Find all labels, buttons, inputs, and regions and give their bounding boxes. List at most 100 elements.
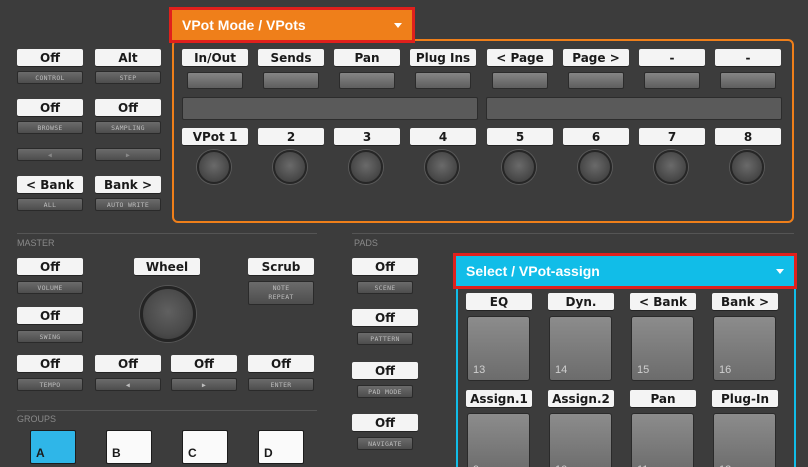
- pad-9[interactable]: 9: [467, 413, 530, 467]
- page-prev-button[interactable]: [492, 72, 548, 89]
- page-next-button[interactable]: [568, 72, 624, 89]
- display-right: [486, 97, 782, 120]
- pattern-off-label: Off: [352, 309, 418, 326]
- group-button-b[interactable]: B: [106, 430, 152, 464]
- vpot-knob-8[interactable]: [730, 150, 764, 184]
- pad-label-13: EQ: [466, 293, 532, 310]
- vpot-mode-dropdown[interactable]: VPot Mode / VPots: [169, 7, 415, 43]
- vpot-button-label-2: Sends: [258, 49, 324, 66]
- navigate-button[interactable]: NAVIGATE: [357, 437, 413, 450]
- vpot-knob-7[interactable]: [654, 150, 688, 184]
- pad-16-number: 16: [719, 364, 732, 376]
- groups-divider: [17, 410, 317, 411]
- vpot-label-1: VPot 1: [182, 128, 248, 145]
- vpot-knob-3[interactable]: [349, 150, 383, 184]
- swing-off-label: Off: [17, 307, 83, 324]
- note-repeat-button[interactable]: NOTE REPEAT: [248, 281, 314, 305]
- enter-off-label: Off: [248, 355, 314, 372]
- pad-label-12: Plug-In: [712, 390, 778, 407]
- swing-button[interactable]: SWING: [17, 330, 83, 343]
- pad-16[interactable]: 16: [713, 316, 776, 381]
- vpot-knob-4[interactable]: [425, 150, 459, 184]
- pad-13-number: 13: [473, 364, 486, 376]
- chevron-down-icon: [394, 22, 402, 28]
- pattern-button[interactable]: PATTERN: [357, 332, 413, 345]
- sends-button[interactable]: [263, 72, 319, 89]
- arrow-left-button[interactable]: ◀: [17, 148, 83, 161]
- select-vpot-assign-dropdown[interactable]: Select / VPot-assign: [453, 253, 797, 289]
- pad-label-10: Assign.2: [548, 390, 614, 407]
- bank-prev-label: < Bank: [17, 176, 83, 193]
- vpot-knob-5[interactable]: [502, 150, 536, 184]
- vpot-button-label-7: -: [639, 49, 705, 66]
- bank-next-label: Bank >: [95, 176, 161, 193]
- pan-button[interactable]: [339, 72, 395, 89]
- pad-label-11: Pan: [630, 390, 696, 407]
- pad-15[interactable]: 15: [631, 316, 694, 381]
- vpot-knob-1[interactable]: [197, 150, 231, 184]
- pad-label-15: < Bank: [630, 293, 696, 310]
- groups-section-label: GROUPS: [17, 414, 57, 424]
- tempo-button[interactable]: TEMPO: [17, 378, 83, 391]
- pad-label-9: Assign.1: [466, 390, 532, 407]
- pad-13[interactable]: 13: [467, 316, 530, 381]
- browse-button[interactable]: BROWSE: [17, 121, 83, 134]
- next-button[interactable]: ▶: [171, 378, 237, 391]
- pad-11[interactable]: 11: [631, 413, 694, 467]
- vpot-button-label-5: < Page: [487, 49, 553, 66]
- arrow-right-button[interactable]: ▶: [95, 148, 161, 161]
- vpot-label-7: 7: [639, 128, 705, 145]
- select-vpot-assign-dropdown-label: Select / VPot-assign: [466, 263, 600, 279]
- pad-label-14: Dyn.: [548, 293, 614, 310]
- master-divider: [17, 233, 317, 234]
- control-off-label: Off: [17, 49, 83, 66]
- pad-14-number: 14: [555, 364, 568, 376]
- sampling-off-label: Off: [95, 99, 161, 116]
- vpot-label-4: 4: [410, 128, 476, 145]
- plug-ins-button[interactable]: [415, 72, 471, 89]
- enter-button[interactable]: ENTER: [248, 378, 314, 391]
- volume-off-label: Off: [17, 258, 83, 275]
- step-button[interactable]: STEP: [95, 71, 161, 84]
- vpot-label-3: 3: [334, 128, 400, 145]
- auto-write-button[interactable]: AUTO WRITE: [95, 198, 161, 211]
- unassigned-button-8[interactable]: [720, 72, 776, 89]
- group-d-label: D: [264, 446, 273, 460]
- pad-mode-button[interactable]: PAD MODE: [357, 385, 413, 398]
- sampling-button[interactable]: SAMPLING: [95, 121, 161, 134]
- control-button[interactable]: CONTROL: [17, 71, 83, 84]
- display-left: [182, 97, 478, 120]
- vpot-button-label-8: -: [715, 49, 781, 66]
- jog-wheel[interactable]: [140, 286, 196, 342]
- pad-label-16: Bank >: [712, 293, 778, 310]
- chevron-down-icon: [776, 268, 784, 274]
- vpot-knob-6[interactable]: [578, 150, 612, 184]
- wheel-label: Wheel: [134, 258, 200, 275]
- next-off-label: Off: [171, 355, 237, 372]
- pad-mode-off-label: Off: [352, 362, 418, 379]
- volume-button[interactable]: VOLUME: [17, 281, 83, 294]
- group-button-a[interactable]: A: [30, 430, 76, 464]
- unassigned-button-7[interactable]: [644, 72, 700, 89]
- all-button[interactable]: ALL: [17, 198, 83, 211]
- vpot-mode-dropdown-label: VPot Mode / VPots: [182, 17, 306, 33]
- pads-divider: [352, 233, 794, 234]
- group-button-c[interactable]: C: [182, 430, 228, 464]
- note-repeat-line-1: NOTE: [272, 284, 290, 292]
- in-out-button[interactable]: [187, 72, 243, 89]
- scene-button[interactable]: SCENE: [357, 281, 413, 294]
- pad-14[interactable]: 14: [549, 316, 612, 381]
- vpot-label-2: 2: [258, 128, 324, 145]
- group-button-d[interactable]: D: [258, 430, 304, 464]
- vpot-button-label-6: Page >: [563, 49, 629, 66]
- vpot-button-label-3: Pan: [334, 49, 400, 66]
- pad-10[interactable]: 10: [549, 413, 612, 467]
- pad-12[interactable]: 12: [713, 413, 776, 467]
- pad-15-number: 15: [637, 364, 650, 376]
- vpot-label-5: 5: [487, 128, 553, 145]
- prev-button[interactable]: ◀: [95, 378, 161, 391]
- vpot-knob-2[interactable]: [273, 150, 307, 184]
- group-b-label: B: [112, 446, 121, 460]
- group-c-label: C: [188, 446, 197, 460]
- vpot-label-8: 8: [715, 128, 781, 145]
